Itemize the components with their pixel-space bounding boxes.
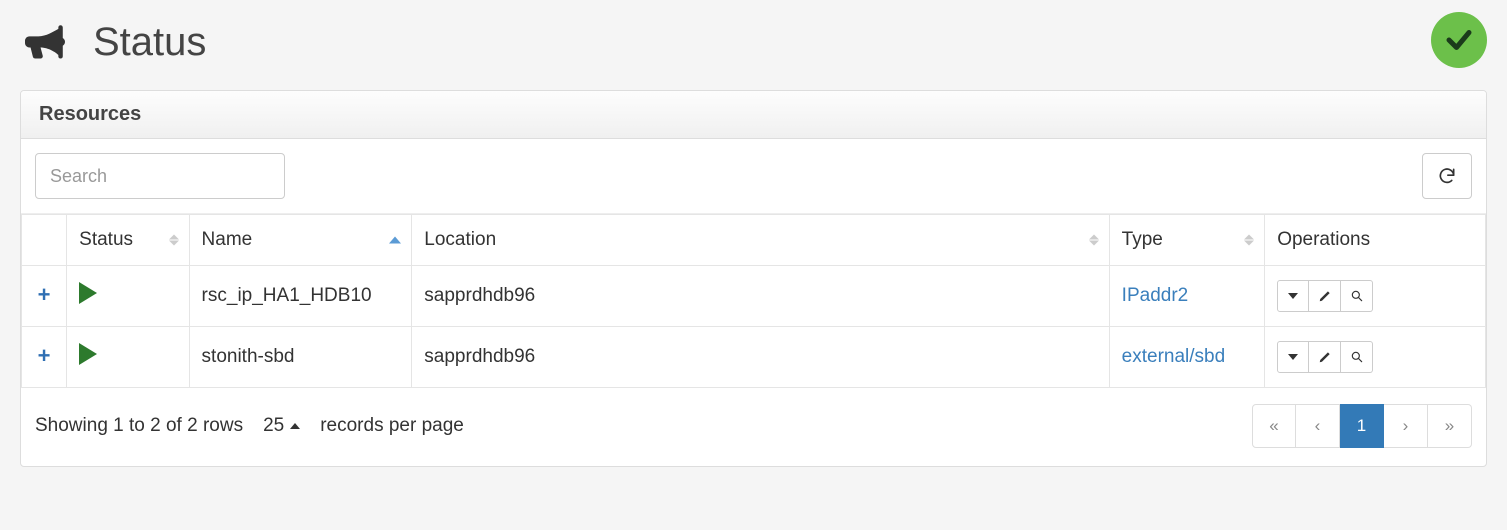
check-icon <box>1444 25 1474 55</box>
refresh-button[interactable] <box>1422 153 1472 199</box>
col-status[interactable]: Status <box>67 215 189 266</box>
col-operations: Operations <box>1265 215 1486 266</box>
caret-down-icon <box>1288 293 1298 299</box>
expand-icon[interactable]: + <box>38 284 51 306</box>
page-last-button[interactable]: » <box>1428 404 1472 448</box>
cell-type-link[interactable]: IPaddr2 <box>1122 285 1189 306</box>
records-label: records per page <box>320 415 464 437</box>
caret-up-icon <box>290 423 300 429</box>
col-type-label: Type <box>1122 229 1163 250</box>
table-row: + rsc_ip_HA1_HDB10 sapprdhdb96 IPaddr2 <box>22 266 1486 327</box>
caret-down-icon <box>1288 354 1298 360</box>
page-size-select[interactable]: 25 <box>263 415 300 437</box>
row-edit-button[interactable] <box>1309 341 1341 373</box>
sort-icon <box>169 235 179 246</box>
pencil-icon <box>1318 350 1332 364</box>
search-icon <box>1350 289 1364 303</box>
cell-location: sapprdhdb96 <box>424 346 535 367</box>
page-first-button[interactable]: « <box>1252 404 1296 448</box>
col-location[interactable]: Location <box>412 215 1109 266</box>
col-type[interactable]: Type <box>1109 215 1265 266</box>
col-location-label: Location <box>424 229 496 250</box>
pagination: « ‹ 1 › » <box>1252 404 1472 448</box>
running-icon <box>79 282 97 304</box>
col-status-label: Status <box>79 229 133 250</box>
sort-icon <box>1089 235 1099 246</box>
showing-text: Showing 1 to 2 of 2 rows <box>35 415 243 437</box>
page-title: Status <box>93 20 206 65</box>
table-header-row: Status Name Location Type <box>22 215 1486 266</box>
cell-type-link[interactable]: external/sbd <box>1122 346 1226 367</box>
col-operations-label: Operations <box>1277 229 1370 250</box>
bullhorn-icon <box>25 23 65 63</box>
panel-heading: Resources <box>21 91 1486 139</box>
col-name-label: Name <box>202 229 253 250</box>
row-menu-button[interactable] <box>1277 280 1309 312</box>
status-ok-badge <box>1431 12 1487 68</box>
page-current-button[interactable]: 1 <box>1340 404 1384 448</box>
row-edit-button[interactable] <box>1309 280 1341 312</box>
row-inspect-button[interactable] <box>1341 280 1373 312</box>
cell-location: sapprdhdb96 <box>424 285 535 306</box>
cell-name: stonith-sbd <box>202 346 295 367</box>
row-menu-button[interactable] <box>1277 341 1309 373</box>
sort-asc-icon <box>389 237 401 244</box>
cell-name: rsc_ip_HA1_HDB10 <box>202 285 372 306</box>
resources-table: Status Name Location Type <box>21 214 1486 388</box>
col-expand <box>22 215 67 266</box>
search-icon <box>1350 350 1364 364</box>
page-next-button[interactable]: › <box>1384 404 1428 448</box>
col-name[interactable]: Name <box>189 215 412 266</box>
expand-icon[interactable]: + <box>38 345 51 367</box>
running-icon <box>79 343 97 365</box>
sort-icon <box>1244 235 1254 246</box>
search-input[interactable] <box>35 153 285 199</box>
pencil-icon <box>1318 289 1332 303</box>
page-size-value: 25 <box>263 415 284 437</box>
resources-panel: Resources Status <box>20 90 1487 467</box>
refresh-icon <box>1437 166 1457 186</box>
row-inspect-button[interactable] <box>1341 341 1373 373</box>
table-row: + stonith-sbd sapprdhdb96 external/sbd <box>22 327 1486 388</box>
page-prev-button[interactable]: ‹ <box>1296 404 1340 448</box>
